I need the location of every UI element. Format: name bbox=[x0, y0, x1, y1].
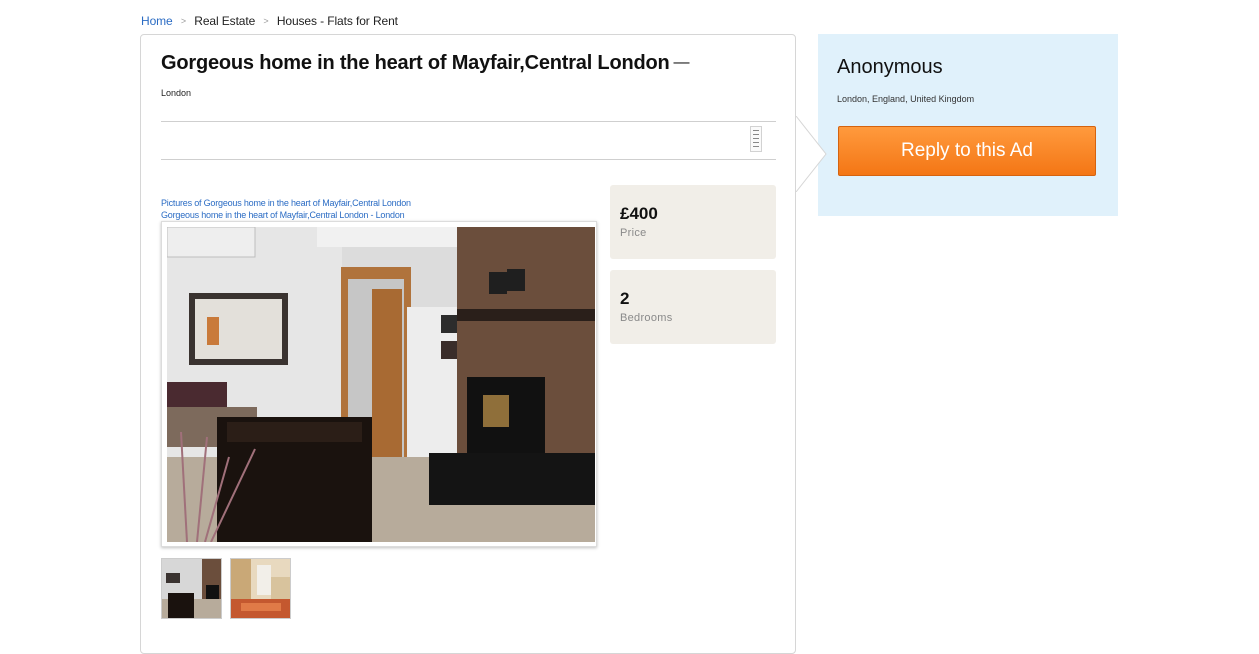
breadcrumb-home-link[interactable]: Home bbox=[141, 14, 173, 28]
seller-location: London, England, United Kingdom bbox=[837, 94, 975, 104]
listing-location: London bbox=[161, 88, 192, 98]
thumbnail-image bbox=[231, 559, 290, 618]
bedrooms-value: 2 bbox=[620, 289, 630, 308]
breadcrumb-category: Real Estate bbox=[194, 14, 256, 28]
photo-thumbnail-1[interactable] bbox=[161, 558, 222, 619]
breadcrumb-separator: > bbox=[180, 16, 187, 26]
breadcrumb-separator: > bbox=[263, 16, 269, 26]
main-photo-image bbox=[167, 227, 595, 542]
price-label: Price bbox=[620, 227, 647, 239]
breadcrumb-subcategory: Houses - Flats for Rent bbox=[276, 14, 398, 28]
price-value: £400 bbox=[620, 204, 658, 223]
divider bbox=[161, 121, 776, 122]
picture-caption-line-2: Gorgeous home in the heart of Mayfair,Ce… bbox=[161, 210, 405, 220]
bedrooms-label: Bedrooms bbox=[620, 312, 673, 324]
main-photo-frame[interactable] bbox=[161, 221, 597, 547]
divider bbox=[161, 159, 776, 160]
photo-thumbnail-2[interactable] bbox=[230, 558, 291, 619]
seller-panel: Anonymous London, England, United Kingdo… bbox=[818, 34, 1118, 216]
thumbnail-image bbox=[162, 559, 221, 618]
breadcrumb: Home > Real Estate > Houses - Flats for … bbox=[141, 14, 398, 28]
share-widget-icon[interactable] bbox=[750, 126, 762, 152]
picture-caption: Pictures of Gorgeous home in the heart o… bbox=[161, 197, 411, 221]
price-box: £400 Price bbox=[610, 185, 776, 259]
callout-arrow-icon bbox=[796, 116, 827, 192]
picture-caption-line-1: Pictures of Gorgeous home in the heart o… bbox=[161, 198, 411, 208]
bedrooms-box: 2 Bedrooms bbox=[610, 270, 776, 344]
title-dash: — bbox=[673, 54, 690, 71]
listing-title: Gorgeous home in the heart of Mayfair,Ce… bbox=[161, 52, 690, 75]
listing-title-text: Gorgeous home in the heart of Mayfair,Ce… bbox=[161, 52, 670, 74]
reply-to-ad-button[interactable]: Reply to this Ad bbox=[838, 126, 1096, 176]
seller-name: Anonymous bbox=[837, 56, 943, 78]
